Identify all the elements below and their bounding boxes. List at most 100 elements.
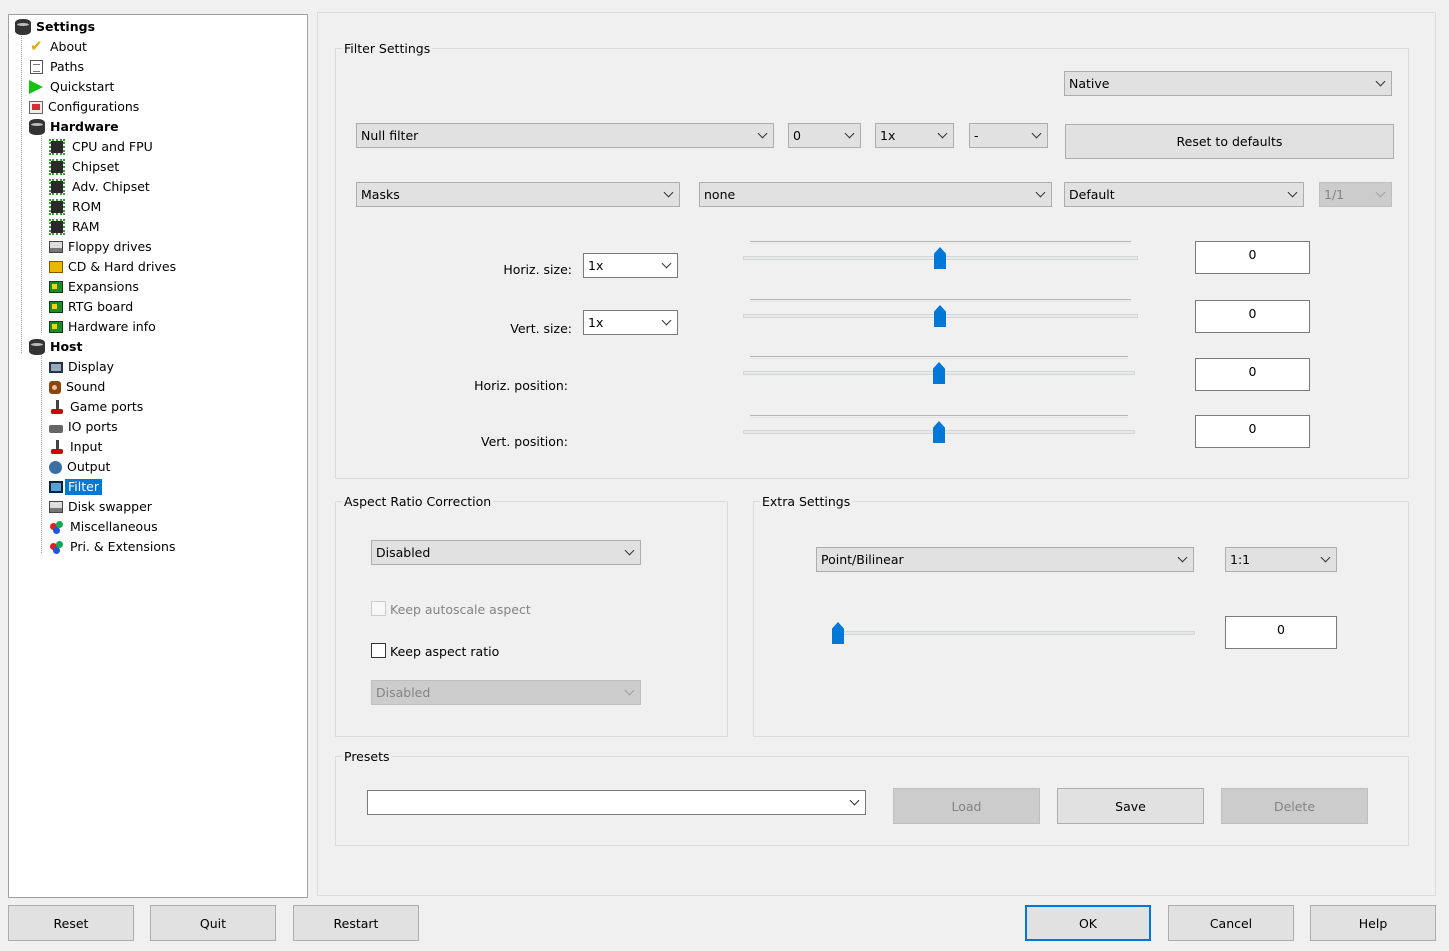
tree-item-host[interactable]: Host	[29, 337, 85, 357]
speaker-icon	[49, 380, 61, 394]
chevron-down-icon	[1373, 183, 1391, 206]
chevron-down-icon	[1033, 183, 1051, 206]
display-mode-select[interactable]: Native	[1064, 71, 1392, 96]
tree-item-floppy-drives[interactable]: Floppy drives	[49, 237, 155, 257]
chip-icon	[49, 159, 65, 175]
database-icon	[29, 119, 45, 135]
plug-icon	[49, 425, 63, 433]
save-preset-button[interactable]: Save	[1057, 788, 1204, 824]
mask-value-select[interactable]: none	[699, 182, 1052, 207]
chevron-down-icon	[661, 183, 679, 206]
tree-item-ram[interactable]: RAM	[49, 217, 103, 237]
vert-size-select[interactable]: 1x	[583, 310, 678, 335]
database-icon	[15, 19, 31, 35]
delete-preset-button[interactable]: Delete	[1221, 788, 1368, 824]
quit-button[interactable]: Quit	[150, 905, 276, 941]
filter-strength-select[interactable]: 0	[788, 123, 861, 148]
tree-item-configurations[interactable]: Configurations	[29, 97, 142, 117]
chip-icon	[49, 199, 65, 215]
tree-item-io-ports[interactable]: IO ports	[49, 417, 121, 437]
horiz-position-label: Horiz. position:	[474, 378, 568, 393]
scaling-select[interactable]: Point/Bilinear	[816, 547, 1194, 572]
tree-item-input[interactable]: Input	[49, 437, 105, 457]
keep-aspect-ratio-label: Keep aspect ratio	[390, 644, 500, 659]
output-icon	[49, 460, 62, 474]
reset-to-defaults-button[interactable]: Reset to defaults	[1065, 124, 1394, 159]
chevron-down-icon	[622, 541, 640, 564]
tree-item-sound[interactable]: Sound	[49, 377, 108, 397]
chevron-down-icon	[847, 791, 865, 814]
extra-ratio-select[interactable]: 1:1	[1225, 547, 1337, 572]
chevron-down-icon	[842, 124, 860, 147]
database-icon	[29, 339, 45, 355]
horiz-size-value-field[interactable]: 0	[1195, 241, 1310, 274]
filter-multiplier-select[interactable]: 1x	[875, 123, 954, 148]
tree-item-paths[interactable]: Paths	[29, 57, 87, 77]
vert-position-value-field[interactable]: 0	[1195, 415, 1310, 448]
configurations-icon	[29, 100, 43, 114]
tree-item-chipset[interactable]: Chipset	[49, 157, 122, 177]
tree-item-hardware-info[interactable]: Hardware info	[49, 317, 159, 337]
horiz-size-select[interactable]: 1x	[583, 253, 678, 278]
masks-select[interactable]: Masks	[356, 182, 680, 207]
tree-item-rom[interactable]: ROM	[49, 197, 104, 217]
tree-item-cd-hard-drives[interactable]: CD & Hard drives	[49, 257, 179, 277]
checkmark-icon	[29, 37, 45, 55]
aspect-mode-select[interactable]: Disabled	[371, 540, 641, 565]
filter-icon	[49, 481, 63, 493]
keep-autoscale-aspect-label: Keep autoscale aspect	[390, 602, 531, 617]
tree-item-rtg-board[interactable]: RTG board	[49, 297, 136, 317]
tree-item-pri-extensions[interactable]: Pri. & Extensions	[49, 537, 178, 557]
tree-item-adv-chipset[interactable]: Adv. Chipset	[49, 177, 153, 197]
chevron-down-icon	[1175, 548, 1193, 571]
ok-button[interactable]: OK	[1025, 905, 1151, 941]
chip-icon	[49, 219, 65, 235]
aspect-ratio-mode-select[interactable]: Disabled	[371, 680, 641, 705]
tree-item-settings[interactable]: Settings	[15, 17, 98, 37]
tree-item-game-ports[interactable]: Game ports	[49, 397, 146, 417]
vert-size-label: Vert. size:	[510, 321, 572, 336]
tree-item-about[interactable]: About	[29, 37, 90, 57]
chevron-down-icon	[659, 254, 677, 277]
reset-button[interactable]: Reset	[8, 905, 134, 941]
tree-item-miscellaneous[interactable]: Miscellaneous	[49, 517, 161, 537]
joystick-icon	[49, 439, 65, 455]
overlay-select[interactable]: Default	[1064, 182, 1304, 207]
chevron-down-icon	[935, 124, 953, 147]
settings-tree[interactable]: Settings About Paths Quickstart Configur…	[8, 14, 308, 898]
help-button[interactable]: Help	[1310, 905, 1436, 941]
document-icon	[30, 60, 43, 74]
misc-icon	[49, 519, 65, 535]
tree-item-hardware[interactable]: Hardware	[29, 117, 122, 137]
vert-size-value-field[interactable]: 0	[1195, 300, 1310, 333]
aspect-ratio-title: Aspect Ratio Correction	[342, 494, 494, 510]
extra-value-field[interactable]: 0	[1225, 616, 1337, 649]
chevron-down-icon	[1029, 124, 1047, 147]
keep-autoscale-aspect-checkbox[interactable]	[371, 601, 386, 616]
load-preset-button[interactable]: Load	[893, 788, 1040, 824]
tree-item-cpu-and-fpu[interactable]: CPU and FPU	[49, 137, 156, 157]
tree-item-disk-swapper[interactable]: Disk swapper	[49, 497, 155, 517]
filter-select[interactable]: Null filter	[356, 123, 774, 148]
chevron-down-icon	[622, 681, 640, 704]
restart-button[interactable]: Restart	[293, 905, 419, 941]
tree-item-quickstart[interactable]: Quickstart	[29, 77, 117, 97]
preset-select[interactable]	[367, 790, 866, 815]
tree-item-filter[interactable]: Filter	[49, 477, 102, 497]
chevron-down-icon	[1285, 183, 1303, 206]
floppy-icon	[49, 241, 63, 253]
chevron-down-icon	[755, 124, 773, 147]
cancel-button[interactable]: Cancel	[1168, 905, 1294, 941]
tree-item-expansions[interactable]: Expansions	[49, 277, 142, 297]
horiz-size-label: Horiz. size:	[503, 262, 572, 277]
tree-item-output[interactable]: Output	[49, 457, 113, 477]
extra-slider[interactable]	[832, 631, 1195, 635]
chip-icon	[49, 139, 65, 155]
tree-item-display[interactable]: Display	[49, 357, 117, 377]
horiz-position-value-field[interactable]: 0	[1195, 358, 1310, 391]
joystick-icon	[49, 399, 65, 415]
keep-aspect-ratio-checkbox[interactable]	[371, 643, 386, 658]
filter-extra-select[interactable]: -	[969, 123, 1048, 148]
chevron-down-icon	[1318, 548, 1336, 571]
ratio-select[interactable]: 1/1	[1319, 182, 1392, 207]
